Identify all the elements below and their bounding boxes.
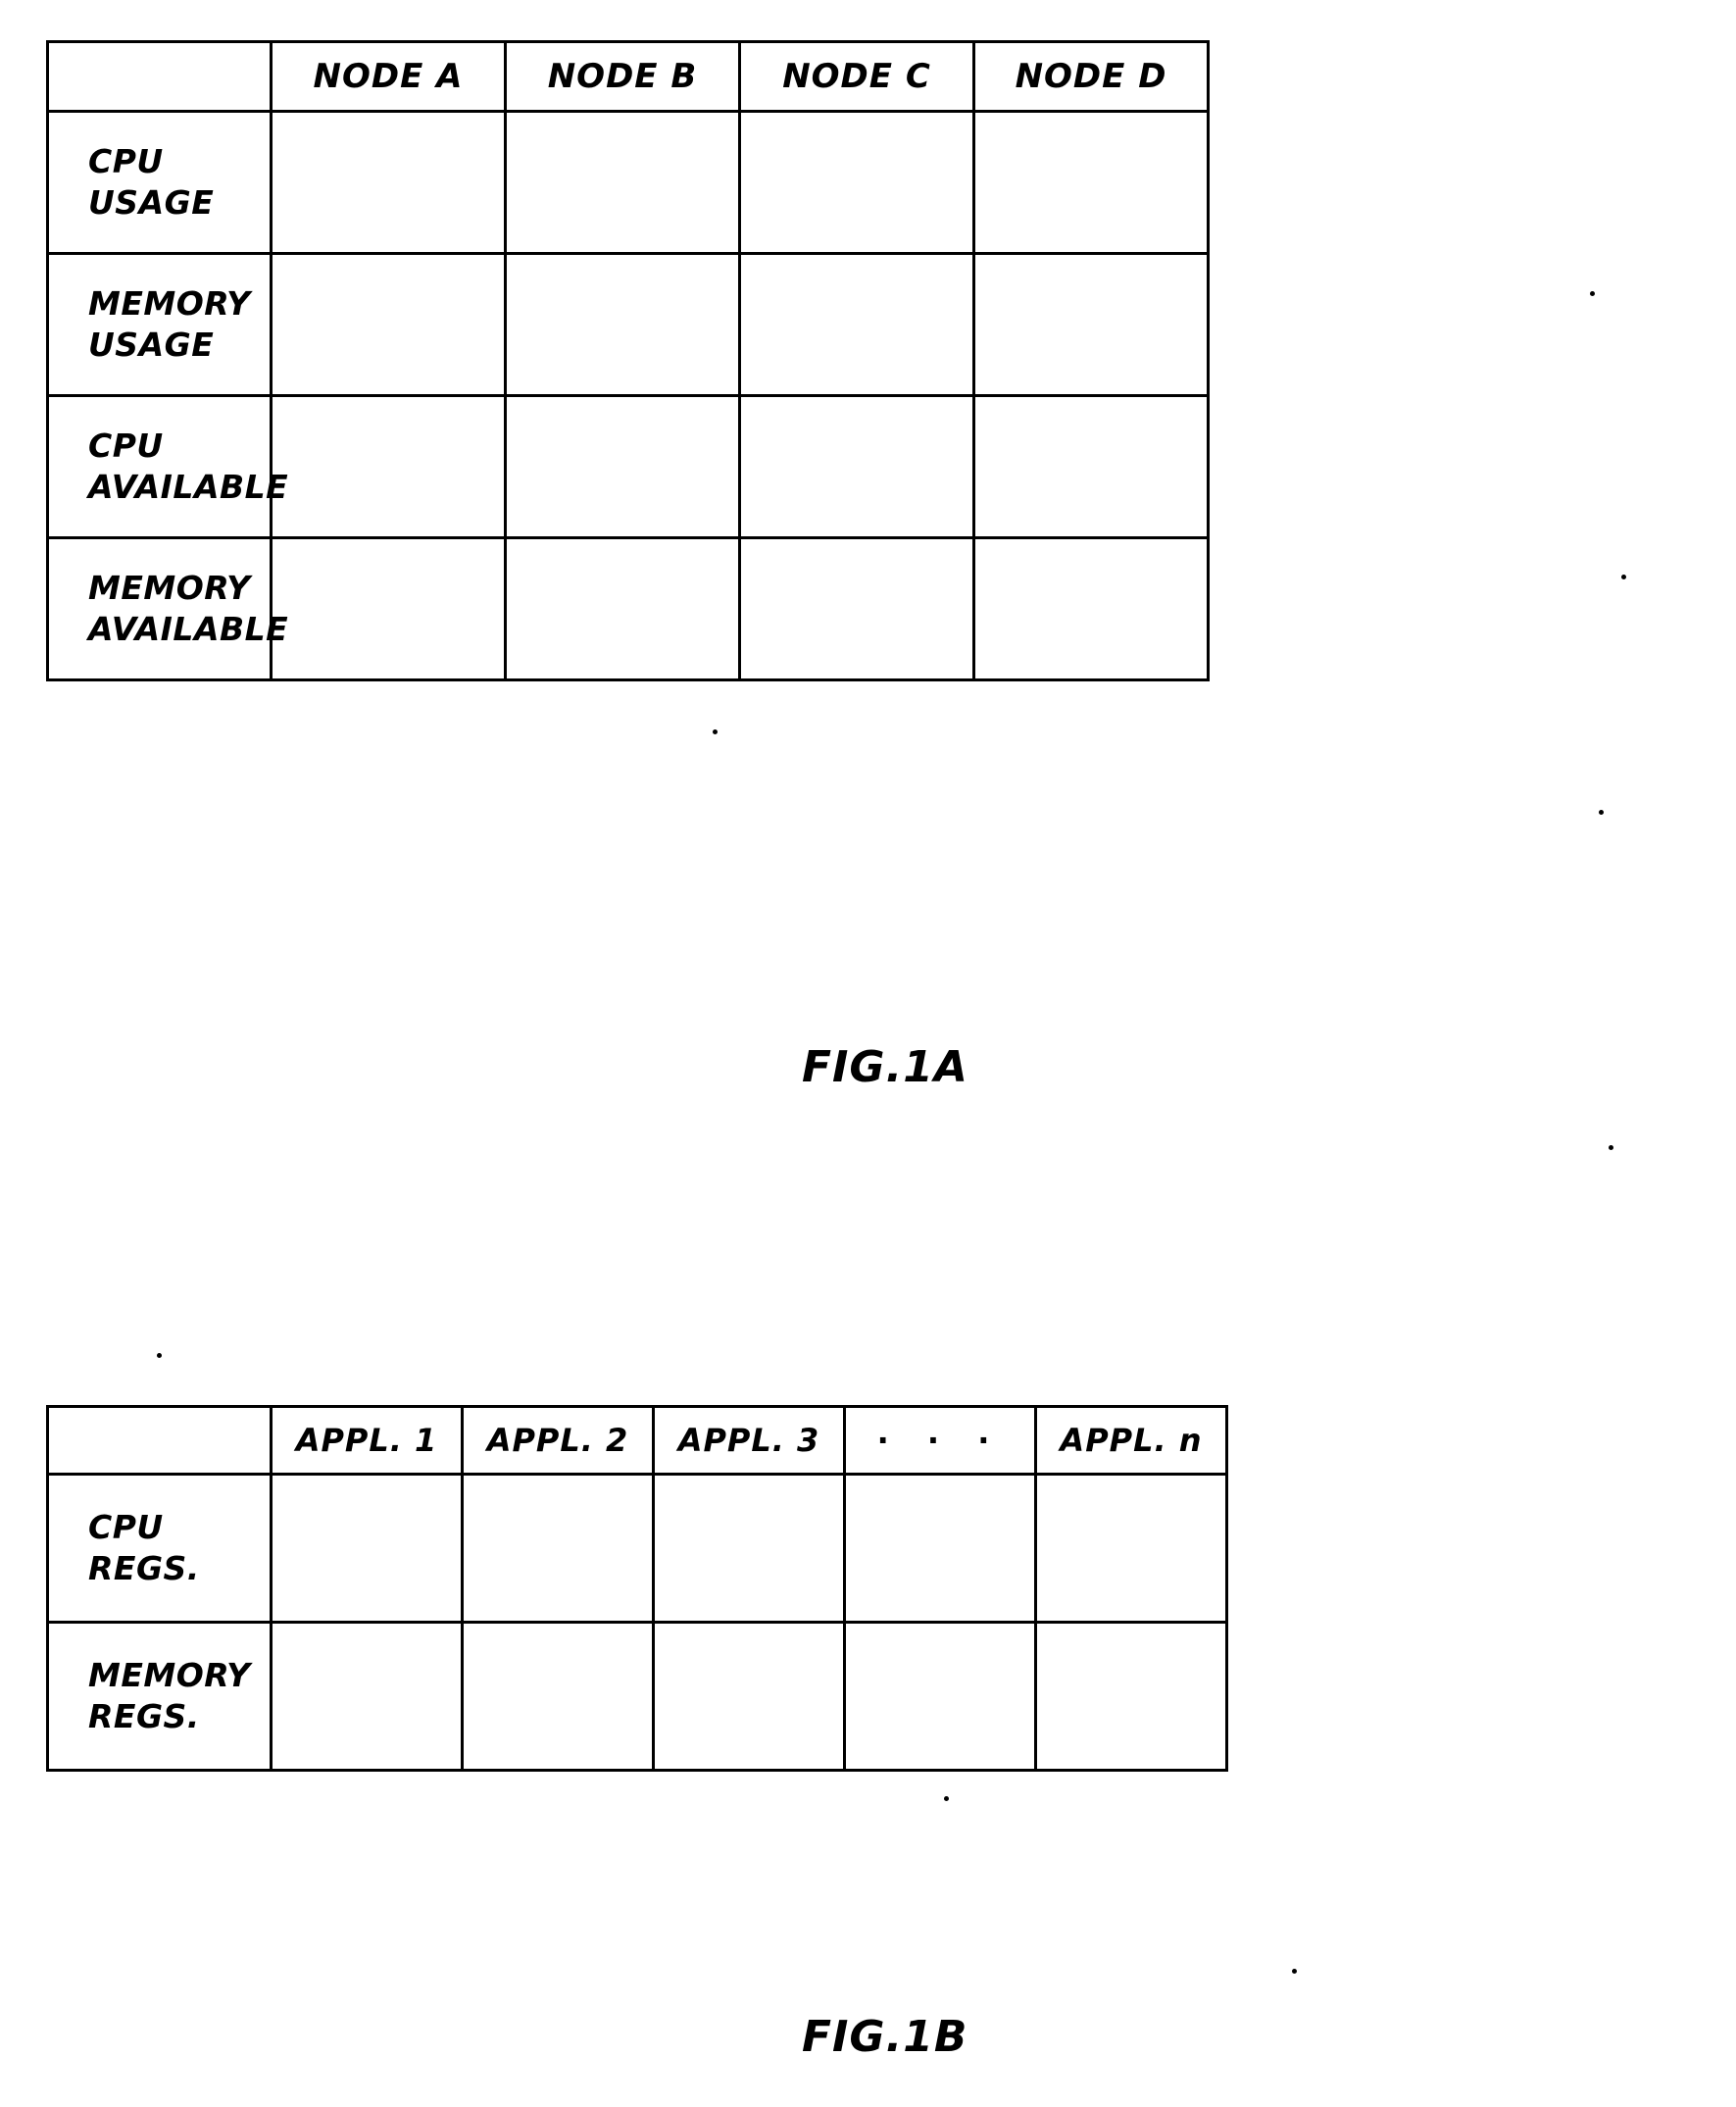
column-header-node-b: NODE B — [504, 40, 741, 113]
column-header-appl-n: APPL. n — [1034, 1405, 1228, 1476]
table-row: CPU USAGE — [46, 110, 1210, 255]
row-label-memory-regs: MEMORY REGS. — [46, 1621, 273, 1772]
data-cell — [652, 1621, 846, 1772]
row-label-line-2: USAGE — [88, 183, 215, 222]
figure-caption-1a: FIG.1A — [802, 1042, 968, 1092]
row-label-line-2: USAGE — [88, 326, 215, 364]
data-cell — [270, 536, 507, 681]
row-label-cpu-usage: CPU USAGE — [46, 110, 273, 255]
column-header-ellipsis: · · · — [843, 1405, 1037, 1476]
row-label-line-1: CPU — [88, 426, 164, 465]
data-cell — [504, 394, 741, 539]
table-row: CPU REGS. — [46, 1473, 1228, 1624]
data-cell — [738, 110, 975, 255]
row-label-line-2: AVAILABLE — [88, 468, 289, 506]
data-cell — [652, 1473, 846, 1624]
data-cell — [738, 536, 975, 681]
scan-speck — [157, 1353, 162, 1358]
table-header-row: APPL. 1 APPL. 2 APPL. 3 · · · APPL. n — [46, 1405, 1228, 1476]
data-cell — [972, 110, 1210, 255]
scan-speck — [1621, 575, 1626, 579]
column-header-node-d: NODE D — [972, 40, 1210, 113]
row-label-cpu-regs: CPU REGS. — [46, 1473, 273, 1624]
row-label-line-2: REGS. — [88, 1697, 200, 1735]
data-cell — [843, 1473, 1037, 1624]
data-cell — [972, 252, 1210, 397]
data-cell — [738, 394, 975, 539]
scan-speck — [713, 729, 718, 734]
data-cell — [972, 394, 1210, 539]
column-header-node-c: NODE C — [738, 40, 975, 113]
data-cell — [1034, 1621, 1228, 1772]
data-cell — [1034, 1473, 1228, 1624]
row-label-line-1: MEMORY — [88, 568, 251, 607]
data-cell — [461, 1473, 655, 1624]
table-header-row: NODE A NODE B NODE C NODE D — [46, 40, 1210, 113]
table-row: CPU AVAILABLE — [46, 394, 1210, 539]
column-header-node-a: NODE A — [270, 40, 507, 113]
corner-cell — [46, 40, 273, 113]
scan-speck — [1590, 291, 1595, 296]
data-cell — [270, 110, 507, 255]
scan-speck — [944, 1796, 949, 1801]
data-cell — [461, 1621, 655, 1772]
data-cell — [270, 252, 507, 397]
data-cell — [504, 252, 741, 397]
column-header-appl-2: APPL. 2 — [461, 1405, 655, 1476]
data-cell — [504, 110, 741, 255]
row-label-line-2: AVAILABLE — [88, 610, 289, 648]
data-cell — [504, 536, 741, 681]
data-cell — [270, 394, 507, 539]
data-cell — [270, 1621, 464, 1772]
data-cell — [972, 536, 1210, 681]
figure-caption-1b: FIG.1B — [802, 2012, 968, 2062]
scan-speck — [1599, 810, 1604, 815]
row-label-line-1: CPU — [88, 1507, 164, 1546]
table-row: MEMORY REGS. — [46, 1621, 1228, 1772]
column-header-appl-3: APPL. 3 — [652, 1405, 846, 1476]
row-label-line-1: MEMORY — [88, 1655, 251, 1694]
scan-speck — [1292, 1969, 1297, 1974]
fig-1b-table: APPL. 1 APPL. 2 APPL. 3 · · · APPL. n CP… — [46, 1405, 1228, 1772]
row-label-memory-available: MEMORY AVAILABLE — [46, 536, 289, 681]
row-label-line-2: REGS. — [88, 1549, 200, 1587]
row-label-memory-usage: MEMORY USAGE — [46, 252, 273, 397]
column-header-appl-1: APPL. 1 — [270, 1405, 464, 1476]
row-label-line-1: MEMORY — [88, 283, 251, 323]
data-cell — [843, 1621, 1037, 1772]
data-cell — [738, 252, 975, 397]
row-label-cpu-available: CPU AVAILABLE — [46, 394, 289, 539]
table-row: MEMORY AVAILABLE — [46, 536, 1210, 681]
corner-cell — [46, 1405, 273, 1476]
data-cell — [270, 1473, 464, 1624]
row-label-line-1: CPU — [88, 141, 164, 180]
fig-1a-table: NODE A NODE B NODE C NODE D CPU USAGE ME… — [46, 40, 1210, 681]
table-row: MEMORY USAGE — [46, 252, 1210, 397]
scan-speck — [1609, 1145, 1613, 1150]
